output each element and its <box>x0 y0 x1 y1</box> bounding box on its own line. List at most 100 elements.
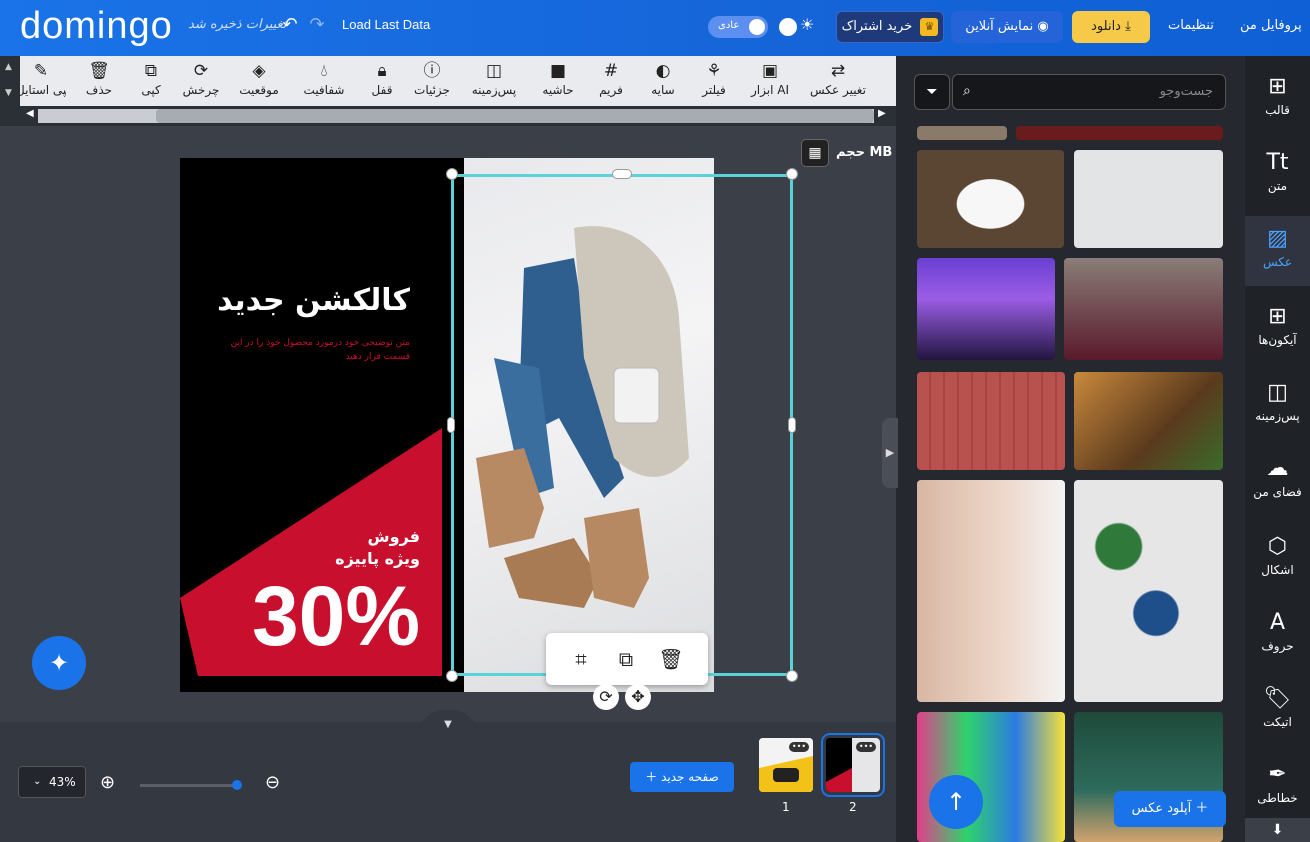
crop-icon[interactable]: ⌗ <box>568 646 594 672</box>
image-thumbnail[interactable] <box>1074 480 1223 702</box>
resize-handle-left[interactable] <box>447 417 455 433</box>
sidenav-scroll-down-icon[interactable]: ⬇ <box>1245 818 1310 842</box>
sidenav-templates[interactable]: ⊞ قالب <box>1245 64 1310 134</box>
tool-change-image[interactable]: ⇄ تغییر عکس <box>810 60 866 104</box>
search-input[interactable]: جست‌وجو ⌕ <box>952 74 1226 110</box>
zoom-select[interactable]: ⌄ 43% <box>18 766 86 798</box>
tool-opacity[interactable]: 💧︎ شفافیت <box>296 60 352 104</box>
design-headline[interactable]: کالکشن جدید <box>210 283 410 318</box>
delete-icon[interactable]: 🗑︎ <box>658 646 684 672</box>
tool-position[interactable]: ◈ موقعیت <box>231 60 287 104</box>
sidenav-images[interactable]: ▨ عکس <box>1245 216 1310 286</box>
sidenav-icons[interactable]: ⊞ آیکون‌ها <box>1245 294 1310 364</box>
sidenav-my-space[interactable]: ☁ فضای من <box>1245 446 1310 516</box>
toolbar-vscroll[interactable]: ▲ ▼ <box>0 56 20 106</box>
info-icon: ⓘ <box>423 61 441 81</box>
tool-shadow[interactable]: ◐ سایه <box>635 60 691 104</box>
element-toolbar: ⇄ تغییر عکس ▣ ابزار AI ⚘ فیلتر ◐ سایه # فریم … <box>0 56 896 106</box>
design-subtext[interactable]: متن توضیحی خود درمورد محصول خود را در ای… <box>210 336 410 364</box>
page-number-1: 1 <box>782 800 790 814</box>
sun-icon[interactable]: ☀ <box>800 15 814 34</box>
tool-copy[interactable]: ⧉ کپی <box>123 60 179 104</box>
zoom-out-icon[interactable]: ⊖ <box>265 772 280 793</box>
zoom-in-icon[interactable]: ⊕ <box>100 772 115 793</box>
resize-handle-right[interactable] <box>788 417 796 433</box>
online-preview-button[interactable]: نمایش آنلاین ◉ <box>951 11 1063 43</box>
more-options-icon[interactable]: ••• <box>789 742 809 752</box>
tool-lock[interactable]: 🔒︎ قفل <box>354 60 410 104</box>
toolbar-hscroll[interactable]: ◀ ▶ <box>0 106 896 126</box>
resize-handle-top[interactable] <box>612 169 632 179</box>
profile-link[interactable]: پروفایل من <box>1240 18 1302 33</box>
mode-toggle[interactable]: عادی <box>708 16 768 38</box>
image-thumbnail[interactable] <box>1064 258 1223 360</box>
resize-handle-tr[interactable] <box>786 168 798 180</box>
image-thumbnail[interactable] <box>1074 372 1223 470</box>
scroll-thumb[interactable] <box>156 109 874 123</box>
collapse-panel-icon[interactable]: ▶ <box>882 418 898 488</box>
template-icon: ⊞ <box>1268 74 1287 99</box>
tool-label: کپی <box>141 83 161 97</box>
subscribe-label: خرید اشتراک <box>841 19 913 34</box>
load-last-data-button[interactable]: Load Last Data <box>342 17 430 32</box>
tool-details[interactable]: ⓘ جزئیات <box>404 60 460 104</box>
sale-line-1: فروش <box>367 527 420 546</box>
image-thumbnail[interactable] <box>917 150 1064 248</box>
zoom-slider-thumb[interactable] <box>232 780 242 790</box>
tool-border[interactable]: ■ حاشیه <box>530 60 586 104</box>
tool-label: حذف <box>85 83 113 97</box>
sidenav-fonts[interactable]: A حروف <box>1245 600 1310 670</box>
resize-handle-br[interactable] <box>786 670 798 682</box>
image-thumbnail[interactable] <box>917 126 1007 140</box>
swap-icon: ⇄ <box>830 61 846 81</box>
tool-label: ابزار AI <box>751 83 789 97</box>
image-thumbnail[interactable] <box>917 480 1065 702</box>
sidenav-labels[interactable]: 🏷︎ اتیکت <box>1245 676 1310 746</box>
scroll-right-icon[interactable]: ▶ <box>878 108 886 119</box>
resize-handle-bl[interactable] <box>446 670 458 682</box>
selection-box[interactable] <box>451 174 793 676</box>
sidenav-shapes[interactable]: ⬡ اشکال <box>1245 524 1310 594</box>
scroll-up-icon[interactable]: ▲ <box>5 62 12 72</box>
image-thumbnail[interactable] <box>1074 150 1223 248</box>
font-icon: A <box>1269 610 1286 635</box>
settings-link[interactable]: تنظیمات <box>1168 18 1214 33</box>
design-percent[interactable]: 30% <box>236 568 436 665</box>
more-options-icon[interactable]: ••• <box>856 742 876 752</box>
new-page-button[interactable]: ＋ صفحه جدید <box>630 762 734 792</box>
resize-handle-tl[interactable] <box>446 168 458 180</box>
sidenav-text[interactable]: Tt متن <box>1245 140 1310 210</box>
magic-wand-button[interactable]: ✦ <box>32 636 86 690</box>
scroll-down-icon[interactable]: ▼ <box>5 88 12 98</box>
tool-ai[interactable]: ▣ ابزار AI <box>742 60 798 104</box>
filter-icon[interactable]: ⏷ <box>914 74 950 110</box>
calculator-icon[interactable]: ▦ <box>801 139 829 167</box>
sidenav-backgrounds[interactable]: ◫ پس‌زمینه <box>1245 370 1310 440</box>
undo-icon[interactable]: ↶ <box>279 14 301 36</box>
page-thumbnail-1[interactable]: ••• <box>759 738 813 792</box>
upload-image-button[interactable]: آپلود عکس ＋ <box>1114 791 1226 827</box>
sidenav-calligraphy[interactable]: ✒ خطاطی <box>1245 752 1310 816</box>
tool-filter[interactable]: ⚘ فیلتر <box>686 60 742 104</box>
subscribe-button[interactable]: خرید اشتراک ♛ <box>836 11 944 43</box>
page-thumbnail-2[interactable]: ••• <box>821 733 885 797</box>
scroll-left-icon[interactable]: ◀ <box>26 108 34 119</box>
tool-frame[interactable]: # فریم <box>583 60 639 104</box>
tool-delete[interactable]: 🗑︎ حذف <box>71 60 127 104</box>
move-handle-icon[interactable]: ✥ <box>625 684 651 710</box>
image-thumbnail[interactable] <box>1016 126 1223 140</box>
scroll-top-icon[interactable]: ↑ <box>929 775 983 829</box>
tool-background[interactable]: ◫ پس‌زمینه <box>466 60 522 104</box>
design-sale-label[interactable]: فروش ویژه پاییزه <box>240 526 420 570</box>
image-thumbnail[interactable] <box>917 258 1055 360</box>
zoom-slider[interactable] <box>140 784 240 787</box>
theme-toggle[interactable] <box>779 18 797 36</box>
download-button[interactable]: دانلود ⤓ <box>1072 11 1150 43</box>
tool-copy-style[interactable]: ✎ کپی استایل <box>16 60 66 104</box>
file-size-label: حجم MB <box>836 145 893 160</box>
tool-rotate[interactable]: ⟳ چرخش <box>173 60 229 104</box>
duplicate-icon[interactable]: ⧉ <box>613 646 639 672</box>
redo-icon[interactable]: ↷ <box>306 14 328 36</box>
rotate-handle-icon[interactable]: ⟳ <box>593 684 619 710</box>
image-thumbnail[interactable] <box>917 372 1065 470</box>
